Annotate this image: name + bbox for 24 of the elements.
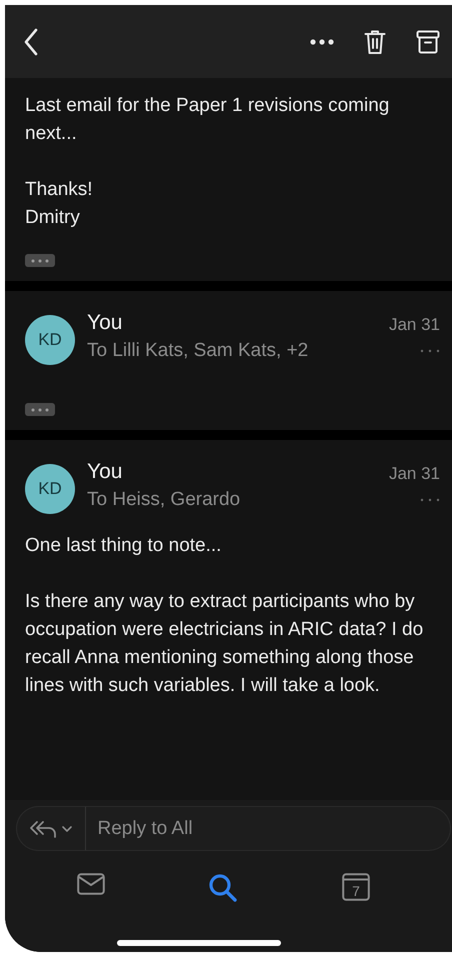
show-trimmed-button[interactable]	[25, 403, 55, 416]
more-icon	[310, 38, 334, 44]
archive-icon	[416, 30, 440, 54]
back-icon	[23, 28, 39, 56]
message-date: Jan 31	[388, 314, 440, 336]
show-trimmed-button[interactable]	[25, 254, 55, 267]
message-text: One last thing to note...	[25, 534, 222, 558]
ellipsis-icon	[420, 349, 440, 353]
sender-name: You	[87, 459, 124, 485]
ellipsis-icon	[30, 258, 50, 262]
avatar: KD	[25, 315, 75, 365]
message-text: Thanks! Dmitry	[25, 178, 94, 230]
reply-field[interactable]: Reply to All	[86, 806, 450, 851]
recipients: To Heiss, Gerardo	[87, 488, 242, 512]
recipients: To Lilli Kats, Sam Kats, +2	[87, 339, 310, 363]
reply-mode-button[interactable]	[16, 806, 86, 851]
sender-name: You	[87, 310, 124, 336]
message-date: Jan 31	[388, 463, 440, 485]
ellipsis-icon	[30, 408, 50, 412]
message-text: Last email for the Paper 1 revisions coming next...	[25, 94, 390, 146]
message-text: Is there any way to extract participants who by occupation were electricians in ARIC data? I do recall Anna mentioning something along those lines with such variables. I will take a look.	[25, 590, 424, 698]
trash-icon	[364, 28, 386, 54]
ellipsis-icon	[420, 498, 440, 502]
avatar: KD	[25, 464, 75, 514]
